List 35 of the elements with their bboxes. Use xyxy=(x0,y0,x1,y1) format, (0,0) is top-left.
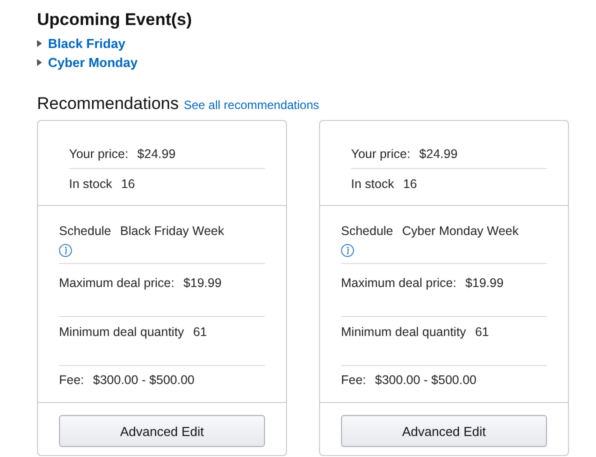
field-value: Black Friday Week xyxy=(120,224,224,238)
field-value: $19.99 xyxy=(183,276,222,290)
field-value: 61 xyxy=(475,325,489,339)
advanced-edit-button[interactable]: Advanced Edit xyxy=(341,415,547,447)
advanced-edit-button[interactable]: Advanced Edit xyxy=(59,415,265,447)
field-label: Schedule xyxy=(341,224,394,238)
section-title: Upcoming Event(s) xyxy=(37,10,193,30)
field-label: Maximum deal price: xyxy=(341,276,456,290)
caret-right-icon[interactable] xyxy=(37,40,42,47)
field-label: Your price: xyxy=(351,147,410,161)
field-label: Minimum deal quantity xyxy=(341,325,466,339)
field-value: $19.99 xyxy=(465,276,504,290)
field-label: Maximum deal price: xyxy=(59,276,174,290)
field-label: Fee: xyxy=(59,373,84,387)
caret-right-icon[interactable] xyxy=(37,59,42,66)
field-value: 61 xyxy=(193,325,207,339)
event-link[interactable]: Black Friday xyxy=(48,36,126,51)
info-icon[interactable] xyxy=(59,244,72,257)
field-label: Fee: xyxy=(341,373,366,387)
field-label: Minimum deal quantity xyxy=(59,325,184,339)
field-value: 16 xyxy=(121,177,135,191)
field-label: Your price: xyxy=(69,147,128,161)
field-label: Schedule xyxy=(59,224,112,238)
info-icon[interactable] xyxy=(341,244,354,257)
field-value: $300.00 - $500.00 xyxy=(375,373,476,387)
field-label: In stock xyxy=(69,177,112,191)
field-value: $24.99 xyxy=(419,147,458,161)
field-value: 16 xyxy=(403,177,417,191)
field-value: Cyber Monday Week xyxy=(402,224,519,238)
section-title: Recommendations xyxy=(37,94,179,114)
field-value: $24.99 xyxy=(137,147,176,161)
field-value: $300.00 - $500.00 xyxy=(93,373,194,387)
see-all-link[interactable]: See all recommendations xyxy=(184,98,320,112)
event-link[interactable]: Cyber Monday xyxy=(48,55,138,70)
field-label: In stock xyxy=(351,177,394,191)
